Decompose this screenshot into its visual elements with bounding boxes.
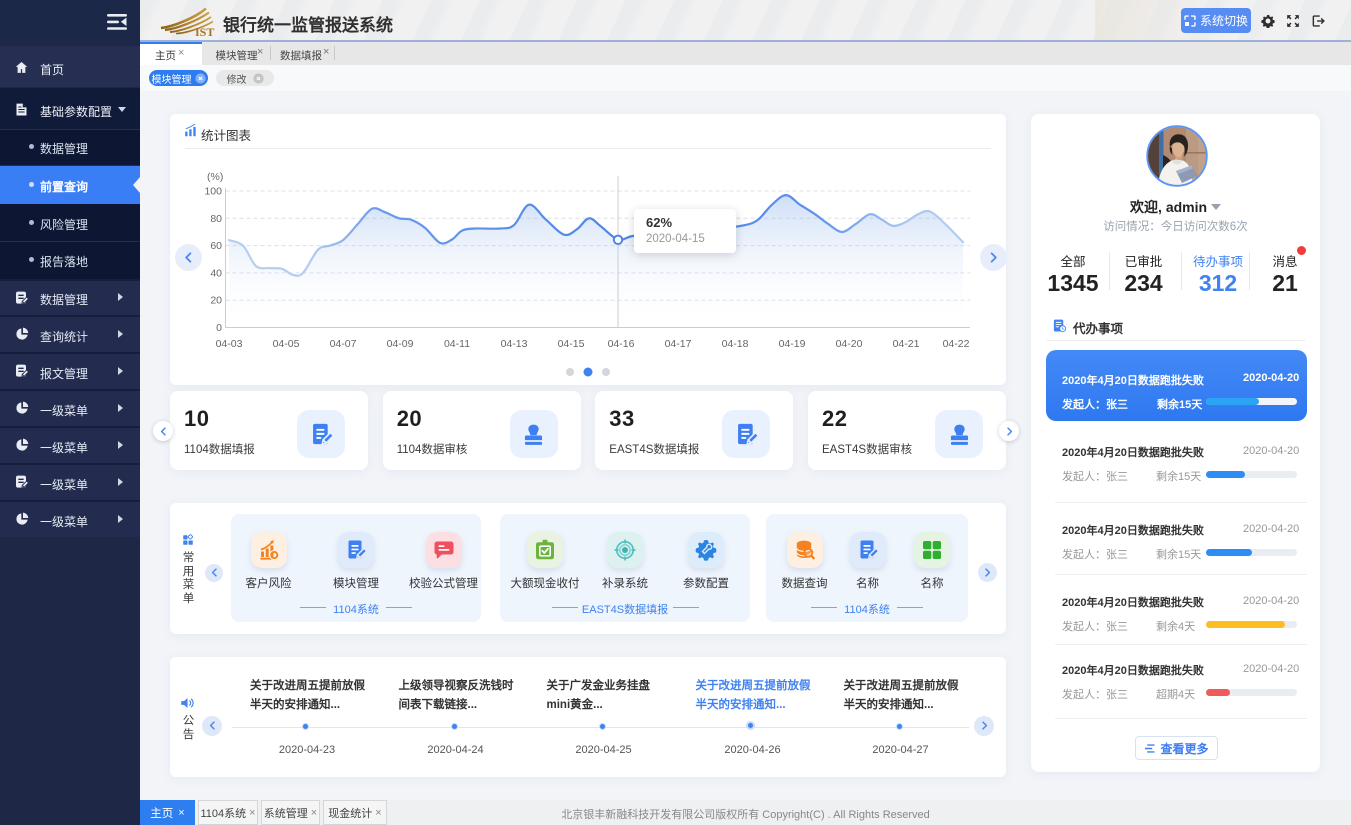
svg-text:40: 40	[210, 267, 222, 279]
svg-text:IST: IST	[195, 25, 214, 37]
svg-text:100: 100	[204, 186, 222, 198]
svg-text:04-20: 04-20	[836, 338, 863, 350]
svg-text:04-18: 04-18	[722, 338, 749, 350]
svg-text:04-16: 04-16	[608, 338, 635, 350]
svg-text:04-07: 04-07	[330, 338, 357, 350]
svg-text:60: 60	[210, 240, 222, 252]
svg-text:0: 0	[216, 322, 222, 334]
svg-text:20: 20	[210, 295, 222, 307]
svg-text:04-03: 04-03	[216, 338, 243, 350]
svg-text:04-21: 04-21	[893, 338, 920, 350]
svg-text:04-19: 04-19	[779, 338, 806, 350]
svg-text:80: 80	[210, 213, 222, 225]
svg-text:04-15: 04-15	[558, 338, 585, 350]
svg-text:04-05: 04-05	[273, 338, 300, 350]
svg-text:04-09: 04-09	[387, 338, 414, 350]
svg-text:04-11: 04-11	[444, 338, 470, 350]
svg-text:04-13: 04-13	[501, 338, 528, 350]
svg-text:(%): (%)	[207, 171, 223, 183]
svg-text:04-22: 04-22	[943, 338, 970, 350]
svg-text:04-17: 04-17	[665, 338, 692, 350]
